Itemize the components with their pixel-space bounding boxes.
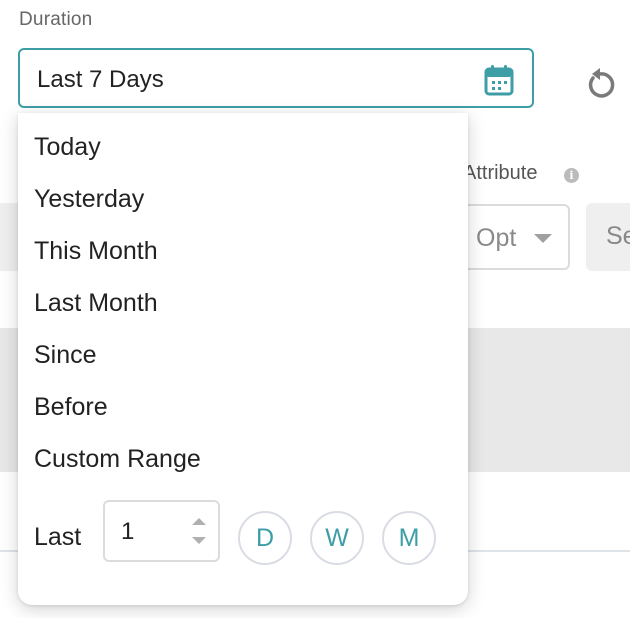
menu-item-this-month[interactable]: This Month [34,237,158,266]
menu-item-before[interactable]: Before [34,393,108,422]
attribute-label: Attribute [463,162,538,184]
menu-item-custom-range[interactable]: Custom Range [34,445,201,474]
duration-label: Duration [19,9,93,30]
stepper-up-icon[interactable] [192,518,206,525]
unit-button-days[interactable]: D [238,511,292,565]
last-label: Last [34,523,82,551]
secondary-button-label: Se [606,222,630,250]
menu-item-last-month[interactable]: Last Month [34,289,158,318]
stepper-down-icon[interactable] [192,537,206,544]
info-icon[interactable]: i [564,168,579,183]
unit-button-months[interactable]: M [382,511,436,565]
last-quantity-value: 1 [121,518,135,545]
duration-dropdown-menu: Today Yesterday This Month Last Month Si… [18,113,468,605]
last-quantity-stepper[interactable]: 1 [103,500,220,562]
secondary-button[interactable]: Se [586,203,630,271]
menu-item-today[interactable]: Today [34,133,101,162]
option-select-text: Opt [476,224,517,252]
menu-item-since[interactable]: Since [34,341,97,370]
chevron-down-icon [534,234,552,243]
unit-button-weeks[interactable]: W [310,511,364,565]
calendar-icon[interactable] [484,64,514,96]
menu-item-yesterday[interactable]: Yesterday [34,185,144,214]
duration-select[interactable]: Last 7 Days [18,48,534,108]
duration-value: Last 7 Days [37,66,164,93]
reset-icon[interactable] [584,66,616,100]
